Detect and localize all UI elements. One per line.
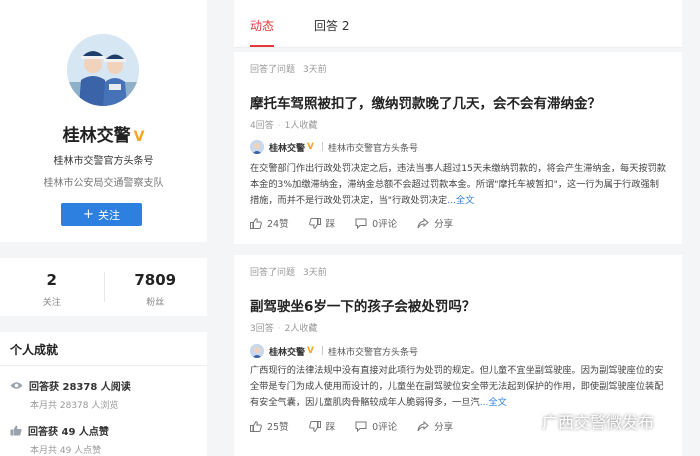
answer-count: 3回答 [250, 324, 274, 334]
question-stats: 3回答 · 2人收藏 [250, 324, 318, 334]
stat-following-label: 关注 [42, 298, 61, 308]
stat-following[interactable]: 2 关注 [0, 258, 104, 316]
left-column: 桂林交警 V 桂林市交警官方头条号 桂林市公安局交通警察支队 + 关注 2 关注 … [0, 0, 207, 456]
comment-button[interactable]: 0评论 [355, 216, 397, 230]
achievements-title: 个人成就 [10, 343, 59, 357]
share-icon [417, 217, 429, 228]
thumb-down-icon [308, 420, 321, 432]
achievement-likes: 回答获 49 人点赞 本月共 49 人点赞 [10, 423, 109, 456]
answerer-desc: 桂林市交警官方头条号 [328, 143, 419, 154]
achievement-likes-main: 回答获 49 人点赞 [28, 427, 109, 438]
excerpt-text: 广西现行的法律法规中没有直接对此项行为处罚的规定。但儿童不宜坐副驾驶座。因为副驾… [250, 365, 664, 408]
divider [0, 365, 207, 366]
tab-activity[interactable]: 动态 [250, 17, 274, 34]
wechat-icon [514, 412, 536, 430]
verified-badge-icon: V [307, 142, 314, 152]
profile-org: 桂林市公安局交通警察支队 [43, 178, 164, 189]
dislike-label: 踩 [325, 422, 336, 433]
profile-name-row: 桂林交警 V [0, 121, 207, 146]
like-count: 25赞 [267, 422, 289, 433]
tab-bar: 动态 回答 2 [234, 0, 682, 48]
achievement-reads: 回答获 28378 人阅读 本月共 28378 人浏览 [10, 378, 131, 411]
question-stats: 4回答 · 1人收藏 [250, 121, 318, 131]
answerer-row: 桂林交警 V | 桂林市交警官方头条号 [250, 140, 418, 154]
like-button[interactable]: 25赞 [250, 419, 289, 433]
profile-title: 桂林市交警官方头条号 [53, 156, 154, 167]
answerer-name[interactable]: 桂林交警 [269, 141, 305, 154]
action-bar: 25赞 踩 0评论 分享 [250, 419, 473, 433]
feed-item-meta: 回答了问题 3天前 [250, 265, 327, 278]
stat-fans-label: 粉丝 [146, 298, 165, 308]
answer-count: 4回答 [250, 121, 274, 131]
achievement-reads-main: 回答获 28378 人阅读 [29, 382, 131, 393]
follow-label: 关注 [97, 208, 120, 222]
comment-button[interactable]: 0评论 [355, 419, 397, 433]
share-label: 分享 [434, 219, 454, 230]
avatar[interactable] [67, 34, 139, 106]
dislike-button[interactable]: 踩 [308, 216, 336, 230]
profile-card: 桂林交警 V 桂林市交警官方头条号 桂林市公安局交通警察支队 + 关注 [0, 0, 207, 242]
share-button[interactable]: 分享 [417, 216, 453, 230]
thumb-up-icon [250, 420, 262, 432]
action-bar: 24赞 踩 0评论 分享 [250, 216, 473, 230]
achievements-card: 个人成就 回答获 28378 人阅读 本月共 28378 人浏览 回答获 49 … [0, 332, 207, 456]
answer-excerpt[interactable]: 在交警部门作出行政处罚决定之后，违法当事人超过15天未缴纳罚款的，将会产生滞纳金… [250, 161, 668, 209]
comment-count: 0评论 [372, 219, 398, 230]
answerer-avatar[interactable] [250, 140, 264, 154]
answer-excerpt[interactable]: 广西现行的法律法规中没有直接对此项行为处罚的规定。但儿童不宜坐副驾驶座。因为副驾… [250, 363, 668, 411]
tab-answers[interactable]: 回答 2 [314, 17, 349, 34]
read-more-link[interactable]: ...全文 [480, 397, 507, 408]
feed-item-meta: 回答了问题 3天前 [250, 62, 327, 75]
question-title[interactable]: 摩托车驾照被扣了，缴纳罚款晚了几天，会不会有滞纳金？ [250, 92, 601, 112]
follow-button[interactable]: + 关注 [61, 203, 142, 226]
stats-card: 2 关注 7809 粉丝 [0, 258, 207, 316]
dislike-label: 踩 [325, 219, 336, 230]
verified-badge-icon: V [133, 129, 145, 145]
share-button[interactable]: 分享 [417, 419, 453, 433]
thumb-up-icon [10, 425, 22, 436]
comment-count: 0评论 [372, 422, 398, 433]
watermark: 广西交警微发布 [514, 409, 654, 433]
feed-time: 3天前 [303, 268, 327, 278]
like-button[interactable]: 24赞 [250, 216, 289, 230]
profile-name: 桂林交警 [62, 126, 131, 146]
achievement-likes-sub: 本月共 49 人点赞 [30, 446, 102, 456]
stat-fans-value: 7809 [134, 271, 177, 289]
active-tab-indicator [250, 45, 274, 47]
read-more-link[interactable]: ...全文 [447, 195, 474, 206]
thumb-down-icon [308, 217, 321, 229]
feed-time: 3天前 [303, 65, 327, 75]
police-officers-image [67, 34, 139, 106]
comment-icon [355, 218, 367, 229]
like-count: 24赞 [267, 219, 289, 230]
question-title[interactable]: 副驾驶坐6岁一下的孩子会被处罚吗？ [250, 295, 475, 315]
plus-icon: + [83, 207, 94, 222]
watermark-text: 广西交警微发布 [542, 413, 655, 432]
answerer-avatar[interactable] [250, 344, 264, 358]
collect-count: 2人收藏 [284, 324, 318, 334]
stat-following-value: 2 [46, 271, 57, 289]
collect-count: 1人收藏 [284, 121, 318, 131]
comment-icon [355, 421, 367, 432]
stat-fans[interactable]: 7809 粉丝 [103, 258, 208, 316]
answerer-row: 桂林交警 V | 桂林市交警官方头条号 [250, 344, 418, 358]
eye-icon [10, 382, 23, 389]
share-label: 分享 [434, 422, 454, 433]
feed-action: 回答了问题 [250, 65, 296, 75]
feed-action: 回答了问题 [250, 268, 296, 278]
dislike-button[interactable]: 踩 [308, 419, 336, 433]
share-icon [417, 420, 429, 431]
answerer-desc: 桂林市交警官方头条号 [328, 347, 419, 358]
thumb-up-icon [250, 217, 262, 229]
answerer-name[interactable]: 桂林交警 [269, 345, 305, 358]
achievement-reads-sub: 本月共 28378 人浏览 [30, 401, 119, 411]
feed-item: 回答了问题 3天前 摩托车驾照被扣了，缴纳罚款晚了几天，会不会有滞纳金？ 4回答 ·… [234, 52, 682, 244]
verified-badge-icon: V [307, 346, 314, 356]
